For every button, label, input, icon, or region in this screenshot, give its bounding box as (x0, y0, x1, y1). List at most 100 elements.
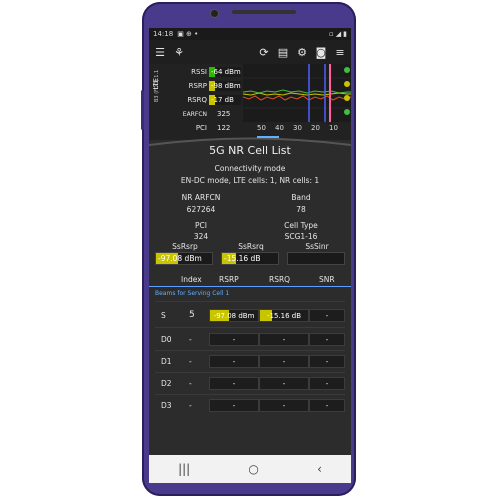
row-snr: - (309, 399, 345, 412)
home-icon[interactable]: ○ (248, 462, 258, 476)
meter-rsrp: RSRP -98 dBm (167, 80, 241, 92)
list-icon[interactable]: ▤ (276, 45, 290, 59)
band-label: B3 (FDD) 1.1 (154, 69, 160, 103)
row-rsrq: - (259, 377, 309, 390)
more-icon[interactable]: ≡ (333, 45, 347, 59)
table-row: D0 - - - - (149, 330, 351, 350)
app-screen: 14:18 ▣ ⊕ • ▫ ◢ ▮ ☰ ⚘ ⟳ ▤ ⚙ ◙ ≡ LTE B3 (… (149, 28, 351, 483)
row-key: S (161, 311, 166, 320)
meter-label: RSSI (191, 68, 207, 76)
axis-tick: 10 (329, 124, 338, 132)
row-divider (155, 394, 345, 395)
status-dot-icon (344, 95, 350, 101)
ssrsrq-label: SsRsrq (238, 242, 264, 251)
rsrp-value: - (232, 335, 236, 344)
sssinr-meter (287, 252, 345, 265)
meter-value: -64 dBm (211, 68, 241, 76)
android-nav-bar: ||| ○ ‹ (149, 455, 351, 483)
page-title: 5G NR Cell List (209, 144, 291, 157)
status-time: 14:18 (153, 30, 174, 38)
battery-icon: ▮ (343, 30, 347, 38)
recents-icon[interactable]: ||| (178, 462, 190, 476)
meter-label: RSRP (188, 82, 207, 90)
ssrsrp-meter: -97.08 dBm (155, 252, 213, 265)
signal-history-graph (243, 64, 351, 122)
status-dot-icon (344, 81, 350, 87)
app-logo-icon: ⚘ (174, 45, 184, 59)
beams-section-label: Beams for Serving Cell 1 (155, 290, 230, 297)
axis-tick: 30 (293, 124, 302, 132)
earpiece-speaker (232, 10, 296, 14)
snr-value: - (325, 335, 329, 344)
meter-value: -98 dBm (211, 82, 241, 90)
row-rsrq: - (259, 333, 309, 346)
menu-icon[interactable]: ☰ (153, 45, 167, 59)
row-index: - (189, 379, 192, 388)
header-rsrq: RSRQ (269, 275, 291, 284)
status-bar: 14:18 ▣ ⊕ • ▫ ◢ ▮ (149, 28, 351, 40)
graph-marker-pink (329, 64, 331, 122)
rsrp-value: -97.08 dBm (213, 311, 255, 320)
ssrsrq-value: -15.16 dB (224, 254, 261, 263)
row-rsrp: - (209, 399, 259, 412)
back-icon[interactable]: ‹ (317, 462, 322, 476)
ssrsrp-label: SsRsrp (172, 242, 198, 251)
header-rsrp: RSRP (219, 275, 239, 284)
header-snr: SNR (319, 275, 335, 284)
meter-rssi: RSSI -64 dBm (167, 66, 241, 78)
rsrp-value: - (232, 357, 236, 366)
meter-label: PCI (195, 124, 207, 132)
snr-value: - (325, 311, 329, 320)
rsrq-value: - (282, 379, 286, 388)
settings-icon[interactable]: ⚙ (295, 45, 309, 59)
refresh-icon[interactable]: ⟳ (257, 45, 271, 59)
pci-value: 324 (193, 232, 209, 241)
ssrsrp-value: -97.08 dBm (158, 254, 202, 263)
row-rsrq: -15.16 dB (259, 309, 309, 322)
row-index: - (189, 401, 192, 410)
axis-tick: 20 (311, 124, 320, 132)
band-label: Band (291, 193, 311, 202)
row-snr: - (309, 309, 345, 322)
band-value: 78 (296, 205, 306, 214)
row-key: D3 (161, 401, 172, 410)
rsrp-value: - (232, 379, 236, 388)
graph-axis: 50 40 30 20 10 (243, 124, 351, 134)
meter-bar: -64 dBm (209, 67, 241, 77)
table-row: D3 - - - - (149, 396, 351, 416)
connectivity-value: EN-DC mode, LTE cells: 1, NR cells: 1 (180, 176, 320, 185)
row-rsrq: - (259, 399, 309, 412)
status-dot-icon (344, 67, 350, 73)
table-row: D1 - - - - (149, 352, 351, 372)
meter-rsrq: RSRQ -17 dB (167, 94, 241, 106)
snr-value: - (325, 357, 329, 366)
row-divider (155, 372, 345, 373)
volume-button (141, 90, 144, 130)
meter-earfcn: EARFCN 325 (167, 108, 231, 120)
meter-label: RSRQ (187, 96, 207, 104)
app-toolbar: ☰ ⚘ ⟳ ▤ ⚙ ◙ ≡ (149, 40, 351, 64)
pci-label: PCI (195, 221, 207, 230)
table-row: D2 - - - - (149, 374, 351, 394)
header-index: Index (181, 275, 202, 284)
row-index: 5 (189, 310, 195, 320)
snr-value: - (325, 379, 329, 388)
ssrsrq-meter: -15.16 dB (221, 252, 279, 265)
lte-meters-panel: LTE B3 (FDD) 1.1 RSSI -64 dBm RSRP -98 d… (149, 64, 351, 140)
rsrq-value: - (282, 401, 286, 410)
row-snr: - (309, 377, 345, 390)
row-rsrp: - (209, 355, 259, 368)
rsrp-value: - (232, 401, 236, 410)
sim-icon: ▫ (329, 30, 334, 38)
row-snr: - (309, 333, 345, 346)
camera-icon[interactable]: ◙ (314, 45, 328, 59)
row-rsrq: - (259, 355, 309, 368)
table-header: Index RSRP RSRQ SNR (149, 273, 351, 287)
cell-type-label: Cell Type (284, 221, 318, 230)
front-camera (211, 10, 218, 17)
meter-value: 122 (217, 124, 231, 132)
meter-bar: -17 dB (209, 95, 241, 105)
row-rsrp: -97.08 dBm (209, 309, 259, 322)
meter-label: EARFCN (182, 110, 207, 118)
meter-value: 325 (217, 110, 231, 118)
